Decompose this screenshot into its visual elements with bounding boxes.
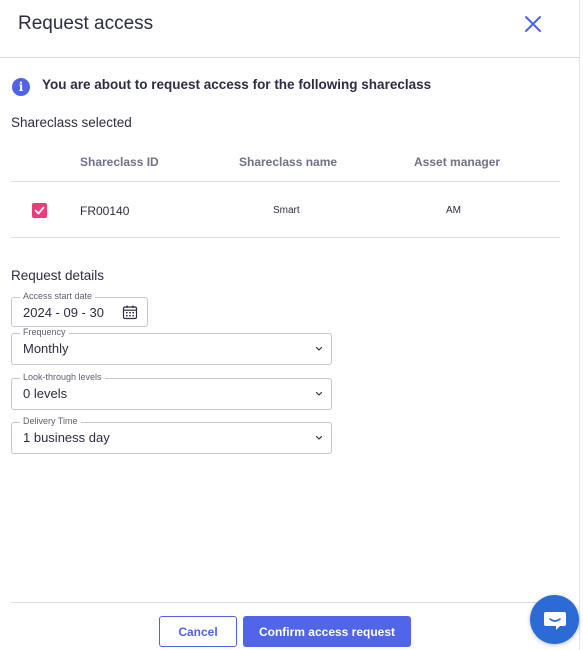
confirm-access-request-button[interactable]: Confirm access request [243,616,411,647]
delivery-time-label: Delivery Time [20,416,81,426]
shareclass-table: Shareclass ID Shareclass name Asset mana… [11,150,560,238]
request-details-section-title: Request details [11,268,105,283]
cell-shareclass-name: Smart [273,205,300,216]
modal-title: Request access [18,13,154,34]
column-header-asset-manager: Asset manager [414,155,501,169]
shareclass-section-title: Shareclass selected [11,115,132,130]
chevron-down-icon [315,346,323,351]
chevron-down-icon [315,435,323,440]
info-icon: i [12,78,30,96]
delivery-time-value: 1 business day [23,430,110,445]
row-checkbox[interactable] [32,203,47,218]
check-icon [34,206,45,215]
access-start-date-label: Access start date [20,291,96,301]
info-text: You are about to request access for the … [42,76,432,92]
table-header: Shareclass ID Shareclass name Asset mana… [11,150,560,182]
info-banner: i You are about to request access for th… [12,72,431,96]
frequency-label: Frequency [20,327,69,337]
modal-header: Request access [0,0,580,58]
chevron-down-icon [315,391,323,396]
cell-shareclass-id: FR00140 [80,204,130,218]
calendar-icon[interactable] [122,304,138,320]
chat-launcher-button[interactable] [530,595,579,644]
look-through-levels-label: Look-through levels [20,372,105,382]
column-header-shareclass-name: Shareclass name [239,155,338,169]
look-through-levels-value: 0 levels [23,386,68,401]
chat-bubble-icon [543,611,566,630]
request-access-modal: Request access i You are about to reques… [0,0,580,650]
frequency-select[interactable]: Frequency Monthly [11,327,332,365]
cancel-button[interactable]: Cancel [159,616,237,647]
column-header-shareclass-id: Shareclass ID [80,155,159,169]
table-row: FR00140 Smart AM [11,182,560,238]
access-start-date-field[interactable]: Access start date 2024 - 09 - 30 [11,291,148,327]
access-start-date-value[interactable]: 2024 - 09 - 30 [23,305,104,320]
close-icon[interactable] [522,13,544,35]
footer-divider [11,602,560,603]
delivery-time-select[interactable]: Delivery Time 1 business day [11,416,332,454]
frequency-value: Monthly [23,341,69,356]
look-through-levels-select[interactable]: Look-through levels 0 levels [11,372,332,410]
cell-asset-manager: AM [446,205,461,216]
